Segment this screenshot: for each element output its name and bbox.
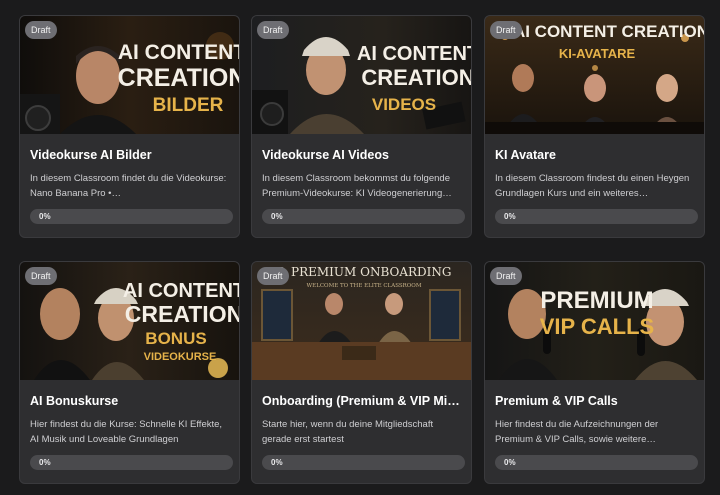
card-description: Starte hier, wenn du deine Mitgliedschaf… [262, 419, 434, 445]
course-card-onboarding[interactable]: & PREMIUM ONBOARDING WELCOME TO THE ELIT… [251, 261, 472, 484]
thumbnail-text-line3: BILDER [153, 95, 224, 116]
course-card-ai-bilder[interactable]: AI CONTENT CREATION BILDER Draft Videoku… [19, 15, 240, 238]
draft-badge: Draft [25, 267, 57, 285]
card-title[interactable]: Onboarding (Premium & VIP Mitgl… [262, 394, 463, 408]
thumbnail-text-line2: VIP CALLS [540, 314, 655, 339]
progress-label: 0% [504, 458, 516, 467]
thumbnail-text-line2: WELCOME TO THE ELITE CLASSROOM [307, 283, 422, 289]
thumbnail-text-line1: AI CONTENT [357, 43, 471, 65]
thumbnail-text-line1: AI CONTENT CREATION [513, 22, 704, 41]
draft-badge: Draft [490, 267, 522, 285]
course-card-ai-videos[interactable]: AI CONTENT CREATION VIDEOS Draft Videoku… [251, 15, 472, 238]
progress-bar: 0% [262, 455, 465, 470]
thumbnail-text-line3: BONUS [145, 329, 206, 348]
thumbnail-text-line2: CREATION [125, 301, 239, 327]
card-title[interactable]: Videokurse AI Bilder [30, 148, 231, 162]
progress-label: 0% [504, 212, 516, 221]
thumbnail-text-line3: VIDEOS [372, 95, 436, 114]
progress-label: 0% [39, 212, 51, 221]
draft-badge: Draft [25, 21, 57, 39]
card-description: In diesem Classroom bekommst du folgende… [262, 173, 452, 199]
thumbnail-text-line2: KI-AVATARE [559, 46, 636, 61]
thumbnail-text-line1: PREMIUM [540, 287, 653, 314]
progress-label: 0% [271, 212, 283, 221]
progress-bar: 0% [262, 209, 465, 224]
thumbnail-text-line1: & PREMIUM ONBOARDING [277, 265, 452, 279]
card-title[interactable]: KI Avatare [495, 148, 696, 162]
thumbnail-text-line2: CREATION [361, 65, 471, 90]
draft-badge: Draft [257, 267, 289, 285]
card-title[interactable]: Premium & VIP Calls [495, 394, 696, 408]
progress-label: 0% [39, 458, 51, 467]
thumbnail-text-line1: AI CONTENT [118, 41, 239, 64]
card-description: In diesem Classroom findest du einen Hey… [495, 173, 690, 199]
card-description: Hier findest du die Kurse: Schnelle KI E… [30, 419, 223, 445]
course-card-ki-avatare[interactable]: AI CONTENT CREATION KI-AVATARE Draft KI … [484, 15, 705, 238]
progress-bar: 0% [30, 209, 233, 224]
course-card-vip-calls[interactable]: PREMIUM VIP CALLS Draft Premium & VIP Ca… [484, 261, 705, 484]
thumbnail-text-line2: CREATION [118, 64, 239, 92]
draft-badge: Draft [257, 21, 289, 39]
card-title[interactable]: Videokurse AI Videos [262, 148, 463, 162]
progress-bar: 0% [495, 209, 698, 224]
draft-badge: Draft [490, 21, 522, 39]
progress-bar: 0% [495, 455, 698, 470]
card-title[interactable]: AI Bonuskurse [30, 394, 231, 408]
thumbnail-text-line1: AI CONTENT [123, 280, 239, 302]
progress-label: 0% [271, 458, 283, 467]
progress-bar: 0% [30, 455, 233, 470]
card-description: Hier findest du die Aufzeichnungen der P… [495, 419, 659, 445]
thumbnail-text-line4: VIDEOKURSE [144, 351, 217, 363]
card-description: In diesem Classroom findet du die Videok… [30, 173, 227, 199]
course-card-ai-bonuskurse[interactable]: AI CONTENT CREATION BONUS VIDEOKURSE Dra… [19, 261, 240, 484]
